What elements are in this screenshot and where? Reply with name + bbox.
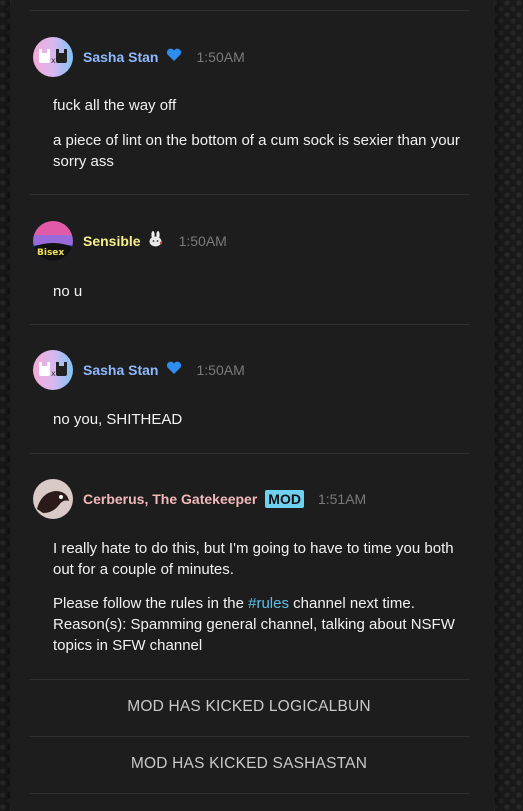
svg-text:x: x bbox=[51, 369, 56, 378]
message-text: Please follow the rules in the bbox=[53, 595, 249, 612]
blue-heart-icon bbox=[166, 361, 182, 380]
message-divider bbox=[29, 453, 469, 454]
channel-link[interactable]: #rules bbox=[248, 595, 289, 612]
message-body: I really hate to do this, but I'm going … bbox=[53, 538, 463, 656]
message-divider bbox=[29, 793, 469, 794]
message-body: fuck all the way off a piece of lint on … bbox=[53, 95, 463, 172]
message-body: no you, SHITHEAD bbox=[53, 409, 463, 430]
avatar[interactable] bbox=[33, 479, 73, 519]
timestamp: 1:51AM bbox=[317, 491, 367, 507]
rabbit-icon bbox=[147, 230, 165, 252]
author-name[interactable]: Cerberus, The Gatekeeper bbox=[83, 491, 257, 507]
message-header: x Sasha Stan 1:50AM bbox=[33, 350, 245, 390]
message-body: no u bbox=[53, 281, 463, 302]
timestamp: 1:50AM bbox=[196, 362, 245, 378]
svg-text:x: x bbox=[51, 56, 56, 65]
author-name[interactable]: Sensible bbox=[83, 233, 141, 249]
blue-heart-icon bbox=[166, 48, 182, 67]
timestamp: 1:50AM bbox=[196, 49, 245, 65]
message-line: no you, SHITHEAD bbox=[53, 411, 183, 428]
mod-badge: MOD bbox=[265, 490, 304, 508]
message-header: x Sasha Stan 1:50AM bbox=[33, 37, 245, 77]
timestamp: 1:50AM bbox=[178, 233, 227, 249]
message-line: Please follow the rules in the #rules ch… bbox=[53, 593, 463, 656]
message-line: I really hate to do this, but I'm going … bbox=[53, 540, 454, 578]
author-name[interactable]: Sasha Stan bbox=[83, 362, 158, 378]
message-line: a piece of lint on the bottom of a cum s… bbox=[53, 132, 460, 170]
avatar[interactable]: x bbox=[33, 350, 73, 390]
message-line: fuck all the way off bbox=[53, 97, 177, 114]
svg-text:Bisex: Bisex bbox=[37, 248, 64, 258]
avatar[interactable]: x bbox=[33, 37, 73, 77]
chat-panel[interactable]: x Sasha Stan 1:50AM fuck all the way off… bbox=[11, 0, 494, 811]
system-event: MOD HAS KICKED LOGICALBUN bbox=[127, 698, 371, 715]
avatar[interactable]: Bisex bbox=[33, 221, 73, 261]
system-event: MOD HAS KICKED SASHASTAN bbox=[130, 755, 368, 772]
author-name[interactable]: Sasha Stan bbox=[83, 49, 158, 65]
message-header: Cerberus, The Gatekeeper MOD 1:51AM bbox=[33, 479, 366, 519]
message-line: no u bbox=[53, 283, 83, 300]
message-divider bbox=[29, 194, 469, 195]
message-divider bbox=[29, 324, 469, 325]
message-divider bbox=[29, 10, 469, 11]
message-header: Bisex Sensible 1:50AM bbox=[33, 221, 227, 261]
